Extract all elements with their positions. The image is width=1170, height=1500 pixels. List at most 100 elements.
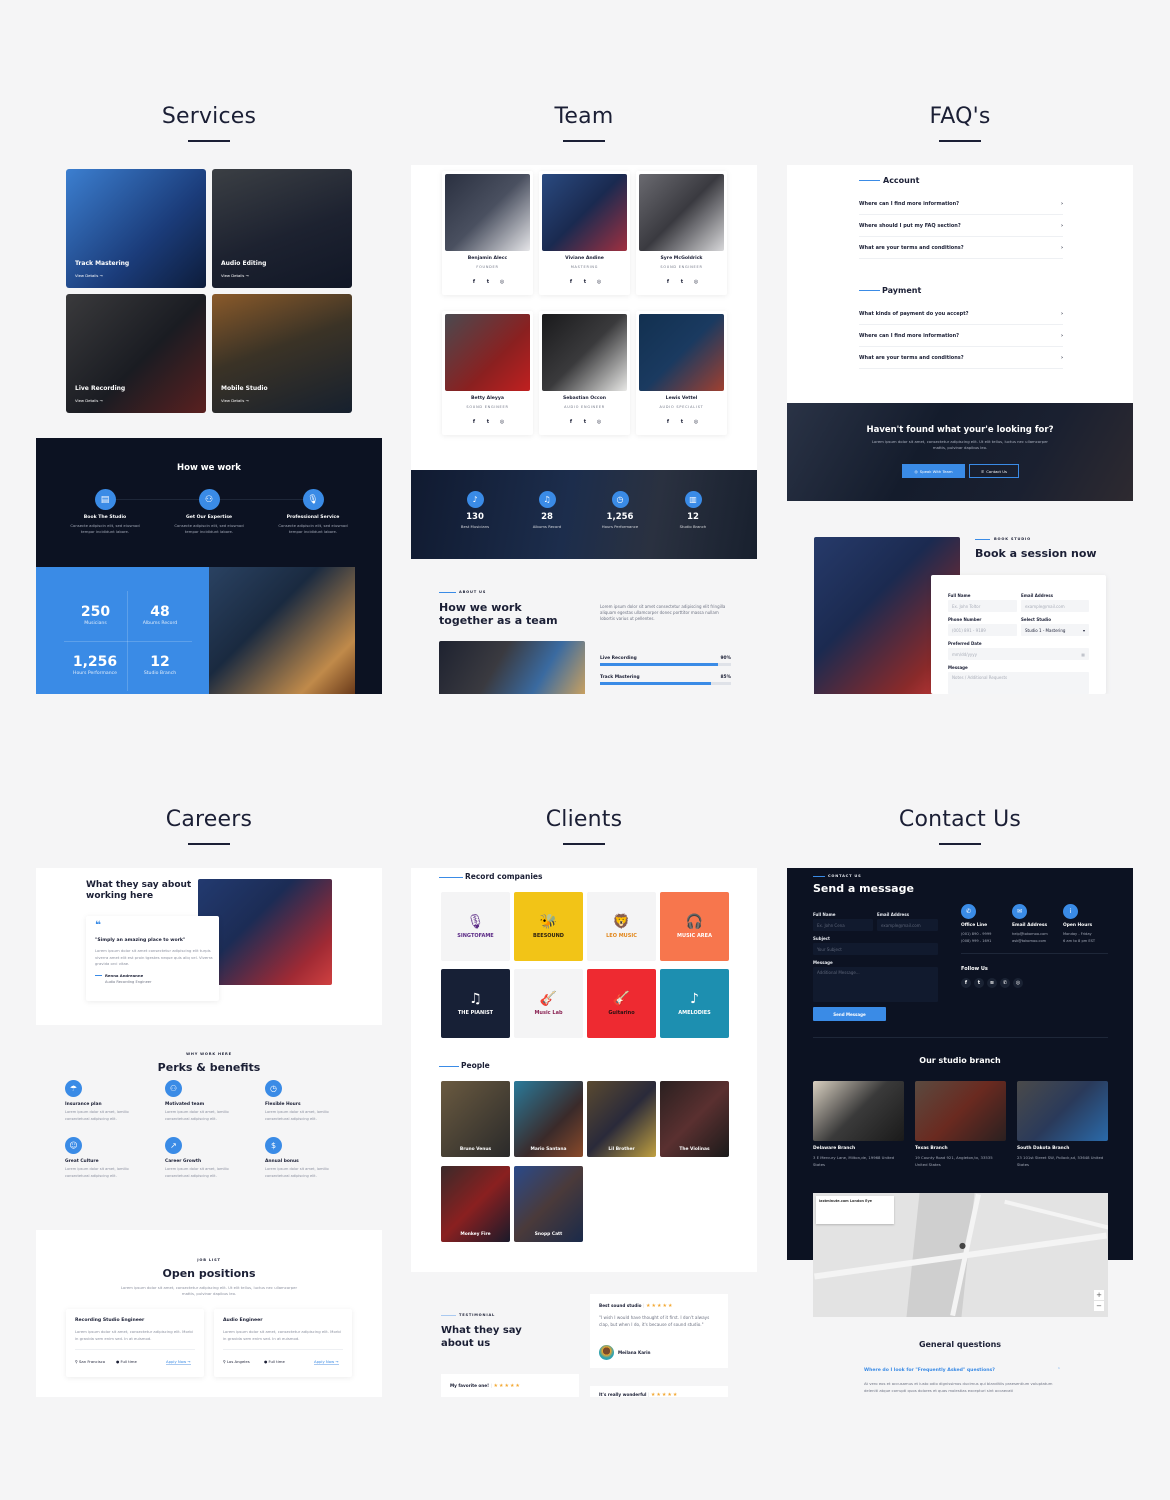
- branch-card[interactable]: Delaware Branch 3 E Mercury Lane, Milton,…: [813, 1081, 904, 1168]
- logo-name: Guitarino: [608, 1010, 635, 1016]
- faq-item-expanded[interactable]: Where do I look for "Frequently Asked" q…: [864, 1368, 1060, 1373]
- client-logo[interactable]: 🎸 Guitarino: [587, 969, 656, 1038]
- twitter-icon[interactable]: t: [485, 419, 491, 425]
- twitter-icon[interactable]: t: [485, 279, 491, 285]
- people-card[interactable]: The Violinas: [660, 1081, 729, 1157]
- zoom-out-button[interactable]: −: [1094, 1301, 1104, 1311]
- speak-with-team-button[interactable]: ◎ Speak With Team: [902, 464, 965, 478]
- faq-item[interactable]: Where can I find more information? ›: [859, 325, 1063, 347]
- faq-item[interactable]: Where can I find more information? ›: [859, 193, 1063, 215]
- message-textarea[interactable]: Notes / Additional Requests: [948, 672, 1089, 694]
- section-title-clients: Clients: [545, 807, 623, 832]
- facebook-icon[interactable]: f: [471, 419, 477, 425]
- job-card[interactable]: Recording Studio Engineer Lorem ipsum dol…: [66, 1309, 204, 1377]
- careers-panel: What they say about working here ❝ "Simpl…: [36, 868, 382, 1397]
- facebook-icon[interactable]: f: [665, 279, 671, 285]
- field-label: Subject: [813, 936, 830, 941]
- phone-input[interactable]: (001) 891 - 9189: [948, 624, 1017, 636]
- facebook-icon[interactable]: f: [471, 279, 477, 285]
- job-card[interactable]: Audio Engineer Lorem ipsum dolor sit amet…: [214, 1309, 352, 1377]
- client-logo[interactable]: 🎧 MUSIC AREA: [660, 892, 729, 961]
- email-input[interactable]: example@mail.com: [1021, 600, 1089, 612]
- service-card[interactable]: Track Mastering View Details →: [66, 169, 206, 288]
- team-icon: ⚇: [165, 1080, 182, 1097]
- service-card[interactable]: Live Recording View Details →: [66, 294, 206, 413]
- team-member-card[interactable]: Benjamin Alecc FOUNDER f t ◎: [442, 171, 533, 295]
- perk-text: Lorem ipsum dolor sit amet, lomilio cons…: [65, 1110, 129, 1121]
- email-input[interactable]: example@mail.com: [877, 919, 938, 931]
- team-member-card[interactable]: Betty Aleyya SOUND ENGINEER f t ◎: [442, 311, 533, 435]
- zoom-in-button[interactable]: +: [1094, 1290, 1104, 1300]
- people-card[interactable]: Monkey Fire: [441, 1166, 510, 1242]
- whatsapp-icon[interactable]: ✆: [1000, 978, 1010, 988]
- facebook-icon[interactable]: f: [961, 978, 971, 988]
- people-card[interactable]: Mario Santana: [514, 1081, 583, 1157]
- money-icon: $: [265, 1137, 282, 1154]
- studio-select[interactable]: Studio 1 - Mastering ▾: [1021, 624, 1089, 636]
- team-member-card[interactable]: Syre McGoldrick SOUND ENGINEER f t ◎: [636, 171, 727, 295]
- service-card[interactable]: Mobile Studio View Details →: [212, 294, 352, 413]
- subject-input[interactable]: Your Subject: [813, 943, 938, 955]
- instagram-icon[interactable]: ◎: [499, 279, 505, 285]
- facebook-icon[interactable]: f: [568, 279, 574, 285]
- faq-item[interactable]: Where should I put my FAQ section? ›: [859, 215, 1063, 237]
- building-icon: ▥: [684, 491, 702, 508]
- spotify-icon[interactable]: ≋: [987, 978, 997, 988]
- instagram-icon[interactable]: ◎: [596, 279, 602, 285]
- facebook-icon[interactable]: f: [568, 419, 574, 425]
- twitter-icon[interactable]: t: [582, 279, 588, 285]
- faq-item[interactable]: What are your terms and conditions? ›: [859, 237, 1063, 259]
- instagram-icon[interactable]: ◎: [499, 419, 505, 425]
- date-input[interactable]: mm/dd/yyyy ▦: [948, 648, 1089, 660]
- view-details-link[interactable]: View Details →: [75, 398, 103, 403]
- instagram-icon[interactable]: ◎: [596, 419, 602, 425]
- faq-item[interactable]: What kinds of payment do you accept? ›: [859, 303, 1063, 325]
- instagram-icon[interactable]: ◎: [693, 419, 699, 425]
- full-name-input[interactable]: Ex. John Cena: [813, 919, 873, 931]
- branch-card[interactable]: Texas Branch 19 County Road 921, Angleton…: [915, 1081, 1006, 1168]
- twitter-icon[interactable]: t: [974, 978, 984, 988]
- contact-info-item: ✉ Email Address help@tokomoo.com ask@tokomo…: [1012, 904, 1062, 943]
- people-card[interactable]: Lil Brother: [587, 1081, 656, 1157]
- client-logo[interactable]: 🎙 SINGTOFAME: [441, 892, 510, 961]
- facebook-icon[interactable]: f: [665, 419, 671, 425]
- service-card[interactable]: Audio Editing View Details →: [212, 169, 352, 288]
- client-logo[interactable]: 🐝 BEESOUND: [514, 892, 583, 961]
- service-card-title: Live Recording: [75, 385, 126, 392]
- people-card[interactable]: Snopp Catt: [514, 1166, 583, 1242]
- view-details-link[interactable]: View Details →: [221, 398, 249, 403]
- team-member-card[interactable]: Sebastian Occon AUDIO ENGINEER f t ◎: [539, 311, 630, 435]
- branch-card[interactable]: South Dakota Branch 23 101st Street SW, P…: [1017, 1081, 1108, 1168]
- client-logo[interactable]: ♫ THE PIANIST: [441, 969, 510, 1038]
- apply-now-link[interactable]: Apply Now →: [314, 1359, 339, 1365]
- message-textarea[interactable]: Additional Message...: [813, 967, 938, 1002]
- client-logo[interactable]: 🦁 LEO MUSIC: [587, 892, 656, 961]
- team-member-card[interactable]: Lewis Vettel AUDIO SPECIALIST f t ◎: [636, 311, 727, 435]
- map[interactable]: lastminute.com London Eye ● + −: [813, 1193, 1108, 1317]
- twitter-icon[interactable]: t: [679, 279, 685, 285]
- team-member-card[interactable]: Viviane Andine MASTERING f t ◎: [539, 171, 630, 295]
- member-role: SOUND ENGINEER: [466, 405, 509, 409]
- clock-icon: ◷: [265, 1080, 282, 1097]
- people-card[interactable]: Bruno Venus: [441, 1081, 510, 1157]
- apply-now-link[interactable]: Apply Now →: [166, 1359, 191, 1365]
- twitter-icon[interactable]: t: [679, 419, 685, 425]
- map-place-card: lastminute.com London Eye: [816, 1196, 894, 1224]
- full-name-input[interactable]: Ex. John Toltor: [948, 600, 1017, 612]
- view-details-link[interactable]: View Details →: [221, 273, 249, 278]
- instagram-icon[interactable]: ◎: [1013, 978, 1023, 988]
- skill-bar: Track Mastering 85%: [600, 675, 731, 685]
- perk-item: ↗ Career Growth Lorem ipsum dolor sit amet…: [165, 1137, 245, 1179]
- view-details-link[interactable]: View Details →: [75, 273, 103, 278]
- perk-item: $ Annual bonus Lorem ipsum dolor sit amet,…: [265, 1137, 345, 1179]
- client-logo[interactable]: ♪ AMELODIES: [660, 969, 729, 1038]
- send-message-button[interactable]: Send Message: [813, 1007, 886, 1021]
- stopwatch-icon: ◷: [611, 491, 629, 508]
- client-logo[interactable]: 🎸 Music Lab: [514, 969, 583, 1038]
- about-section: ABOUT US How we work together as a team L…: [411, 559, 757, 694]
- twitter-icon[interactable]: t: [582, 419, 588, 425]
- instagram-icon[interactable]: ◎: [693, 279, 699, 285]
- faq-item[interactable]: What are your terms and conditions? ›: [859, 347, 1063, 369]
- arrow-right-icon: →: [99, 273, 103, 278]
- contact-us-button[interactable]: ✆ Contact Us: [969, 464, 1019, 478]
